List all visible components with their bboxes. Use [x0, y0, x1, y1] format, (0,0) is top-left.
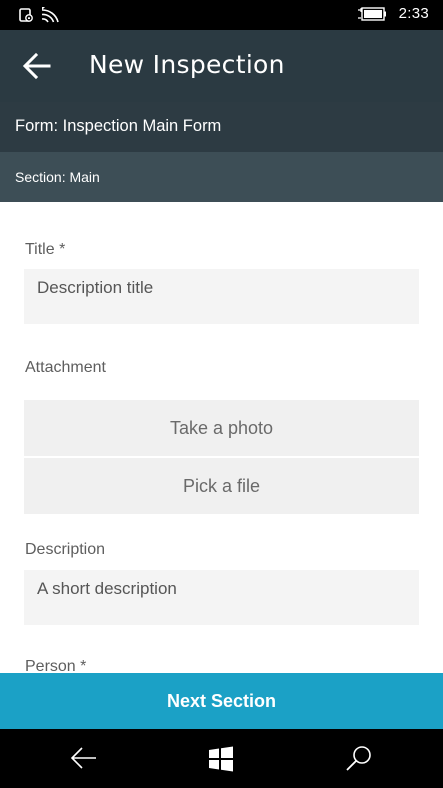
windows-start-icon[interactable] — [208, 746, 234, 772]
form-bar: Form: Inspection Main Form — [0, 102, 443, 152]
status-clock: 2:33 — [398, 5, 429, 22]
system-nav-bar — [0, 729, 443, 788]
form-content[interactable]: Title * Description title Attachment Tak… — [0, 202, 443, 673]
pick-file-button[interactable]: Pick a file — [24, 458, 419, 514]
next-section-button[interactable]: Next Section — [0, 673, 443, 729]
back-arrow-icon[interactable] — [22, 52, 52, 80]
form-name-label: Form: Inspection Main Form — [15, 117, 222, 135]
search-icon[interactable] — [345, 745, 373, 773]
page-title: New Inspection — [89, 50, 285, 79]
rotation-lock-icon — [19, 8, 33, 22]
title-label: Title * — [25, 241, 66, 258]
person-label: Person * — [25, 658, 87, 673]
attachment-label: Attachment — [25, 359, 106, 376]
battery-charging-icon — [357, 6, 386, 21]
status-icons-right: 2:33 — [357, 5, 429, 22]
title-input[interactable]: Description title — [24, 269, 419, 324]
description-placeholder: A short description — [37, 579, 177, 598]
take-photo-button[interactable]: Take a photo — [24, 400, 419, 456]
status-bar: 2:33 — [0, 0, 443, 30]
description-input[interactable]: A short description — [24, 570, 419, 625]
status-icons-left — [18, 6, 60, 24]
section-bar: Section: Main — [0, 152, 443, 202]
wifi-icon — [41, 7, 59, 23]
app-header: New Inspection — [0, 30, 443, 102]
nav-back-icon[interactable] — [70, 745, 98, 771]
description-label: Description — [25, 541, 106, 558]
title-placeholder: Description title — [37, 278, 154, 297]
section-name-label: Section: Main — [15, 169, 100, 185]
